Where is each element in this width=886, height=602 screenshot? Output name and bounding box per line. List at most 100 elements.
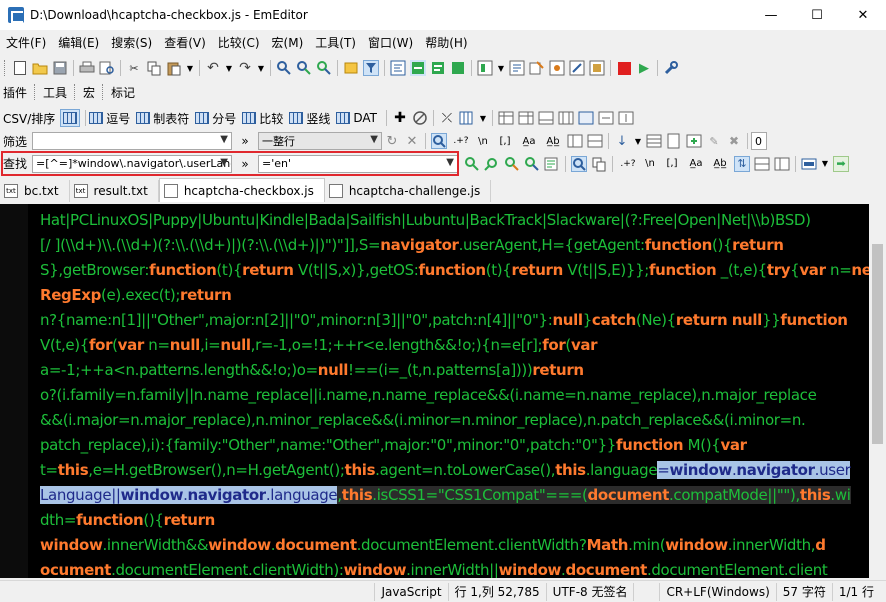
find-swap-icon[interactable]: ⇅ <box>734 155 750 172</box>
undo-icon[interactable]: ↶ <box>205 60 221 76</box>
find-run-icon[interactable]: ➡ <box>833 155 849 172</box>
tab-hcaptcha-challenge-js[interactable]: hcaptcha-challenge.js <box>325 180 492 202</box>
print-preview-icon[interactable] <box>99 60 115 76</box>
column-options-dropdown-icon[interactable]: ▼ <box>479 110 487 126</box>
find-output-icon[interactable] <box>801 156 817 172</box>
filter-lines-icon[interactable] <box>587 133 603 149</box>
csv-tool-4-icon[interactable] <box>558 110 574 126</box>
menu-macro[interactable]: 宏(M) <box>266 32 310 54</box>
filter-page-icon[interactable] <box>666 133 682 149</box>
clear-filter-icon[interactable]: ✕ <box>404 133 420 149</box>
find-previous-button-icon[interactable] <box>484 156 500 172</box>
escape-sequence-icon[interactable]: \n <box>475 133 491 149</box>
csv-tool-7-icon[interactable] <box>618 110 634 126</box>
redo-dropdown-icon[interactable]: ▼ <box>257 60 265 76</box>
tools-icon[interactable] <box>663 60 679 76</box>
code-editor[interactable]: Hat|PCLinuxOS|Puppy|Ubuntu|Kindle|Bada|S… <box>0 204 886 578</box>
new-file-icon[interactable] <box>12 60 28 76</box>
code-line[interactable]: V(t,e){for(var n=null,i=null,r=-1,o=!1;+… <box>40 333 870 358</box>
csv-sort-label[interactable]: CSV/排序 <box>3 110 55 127</box>
code-line[interactable]: o?(i.family=n.family||n.name_replace||i.… <box>40 383 870 408</box>
find-output-dropdown-icon[interactable]: ▼ <box>821 156 829 172</box>
menu-window[interactable]: 窗口(W) <box>362 32 419 54</box>
scrollbar-thumb[interactable] <box>872 244 883 444</box>
menu-edit[interactable]: 编辑(E) <box>52 32 105 54</box>
vertical-scrollbar[interactable] <box>869 204 886 578</box>
csv-mode-icon[interactable] <box>60 109 81 127</box>
csv-tool-1-icon[interactable] <box>498 110 514 126</box>
cut-icon[interactable]: ✂ <box>126 60 142 76</box>
code-line[interactable]: &&(i.major=n.major_replace),n.minor_repl… <box>40 408 870 433</box>
find-all-icon[interactable] <box>774 156 790 172</box>
paste-icon[interactable] <box>166 60 182 76</box>
code-line[interactable]: ocument.documentElement.clientWidth):win… <box>40 558 870 578</box>
replace-icon[interactable] <box>316 60 332 76</box>
wrap-window-icon[interactable] <box>410 60 426 76</box>
configuration-icon[interactable] <box>509 60 525 76</box>
filter-down-icon[interactable]: ↓ <box>614 133 630 149</box>
code-line[interactable]: [/ ](\\d+)\\.(\\d+)(?:\\.(\\d+)|)(?:\\.(… <box>40 233 870 258</box>
print-icon[interactable] <box>79 60 95 76</box>
csv-tool-3-icon[interactable] <box>538 110 554 126</box>
all-config-icon[interactable] <box>589 60 605 76</box>
find-selection-icon[interactable] <box>754 156 770 172</box>
pipe-separated-button[interactable]: 竖线 <box>289 110 330 127</box>
compare-button[interactable]: 比较 <box>242 110 283 127</box>
status-position[interactable]: 行 1,列 52,785 <box>447 582 546 601</box>
font-dropdown-icon[interactable]: ▼ <box>497 60 505 76</box>
find-regex-icon[interactable]: .+? <box>618 156 638 172</box>
minimize-button[interactable]: — <box>748 0 794 30</box>
maximize-button[interactable]: ☐ <box>794 0 840 30</box>
code-line[interactable]: a=-1;++a<n.patterns.length&&!o;)o=null!=… <box>40 358 870 383</box>
refresh-filter-icon[interactable]: ↻ <box>384 133 400 149</box>
highlight-icon[interactable] <box>343 60 359 76</box>
code-line[interactable]: S},getBrowser:function(t){return V(t||S,… <box>40 258 885 283</box>
wrap-page-icon[interactable] <box>430 60 446 76</box>
redo-icon[interactable]: ↷ <box>237 60 253 76</box>
properties-icon[interactable] <box>529 60 545 76</box>
plugins-settings-icon[interactable] <box>569 60 585 76</box>
find-match-case-icon[interactable]: A̲a <box>686 156 706 172</box>
plugins-toolbar-label[interactable]: 插件 <box>3 84 27 101</box>
menu-compare[interactable]: 比较(C) <box>212 32 266 54</box>
tab-separated-button[interactable]: 制表符 <box>136 110 189 127</box>
comma-separated-button[interactable]: 逗号 <box>89 110 130 127</box>
run-macro-icon[interactable]: ▶︎ <box>636 60 652 76</box>
delete-column-icon[interactable] <box>412 110 428 126</box>
code-line[interactable]: window.innerWidth&&window.document.docum… <box>40 533 870 558</box>
filter-down-dropdown-icon[interactable]: ▼ <box>634 133 642 149</box>
filter-remove-icon[interactable]: ✖ <box>726 133 742 149</box>
filter-advanced-icon[interactable]: » <box>234 133 256 149</box>
find-bracket-icon[interactable]: [,] <box>662 156 682 172</box>
find-icon[interactable] <box>276 60 292 76</box>
code-line[interactable]: RegExp(e).exec(t);return <box>40 283 870 308</box>
code-line[interactable]: Hat|PCLinuxOS|Puppy|Ubuntu|Kindle|Bada|S… <box>40 208 870 233</box>
semicolon-separated-button[interactable]: 分号 <box>195 110 236 127</box>
filter-add-icon[interactable] <box>686 133 702 149</box>
filter-mode-select[interactable]: 一整行 ▼ <box>258 132 382 150</box>
record-macro-icon[interactable] <box>616 60 632 76</box>
filter-column-icon[interactable] <box>567 133 583 149</box>
add-column-icon[interactable]: ✚ <box>392 110 408 126</box>
match-case-icon[interactable]: A̲a <box>519 133 539 149</box>
save-icon[interactable] <box>52 60 68 76</box>
dat-button[interactable]: DAT <box>336 111 377 125</box>
find-next-icon[interactable] <box>296 60 312 76</box>
find-escape-icon[interactable]: \n <box>642 156 658 172</box>
filter-input[interactable]: ▼ <box>32 132 232 150</box>
column-options-icon[interactable] <box>459 110 475 126</box>
close-button[interactable]: ✕ <box>840 0 886 30</box>
menu-search[interactable]: 搜索(S) <box>105 32 158 54</box>
replace-all-icon[interactable] <box>524 156 540 172</box>
code-line[interactable]: dth=function(){return <box>40 508 870 533</box>
open-folder-icon[interactable] <box>32 60 48 76</box>
csv-tool-5-icon[interactable] <box>578 110 594 126</box>
find-search-toggle-icon[interactable] <box>571 155 587 172</box>
tab-bc-txt[interactable]: txt bc.txt <box>0 180 70 202</box>
undo-dropdown-icon[interactable]: ▼ <box>225 60 233 76</box>
code-line[interactable]: t=this,e=H.getBrowser(),n=H.getAgent();t… <box>40 458 870 483</box>
chevron-down-icon[interactable]: ▼ <box>220 134 228 145</box>
menu-file[interactable]: 文件(F) <box>0 32 52 54</box>
filter-edit-icon[interactable]: ✎ <box>706 133 722 149</box>
replace-next-icon[interactable] <box>504 156 520 172</box>
